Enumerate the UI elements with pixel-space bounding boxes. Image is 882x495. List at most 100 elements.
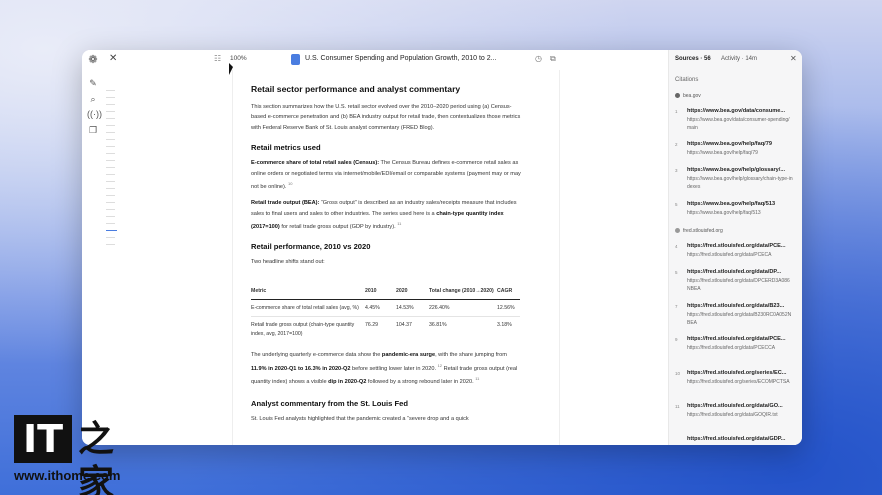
outline-tick[interactable] [106, 237, 115, 238]
citation-title[interactable]: https://fred.stlouisfed.org/data/DP... [687, 269, 781, 275]
intro-paragraph: This section summarizes how the U.S. ret… [251, 104, 521, 131]
history-icon[interactable]: ◷ [535, 54, 542, 63]
table-cell: 226.40% [429, 299, 497, 318]
outline-tick-active[interactable] [106, 230, 117, 231]
citation-title[interactable]: https://fred.stlouisfed.org/series/EC... [687, 370, 786, 376]
quarterly-bold-1: pandemic-era surge [381, 352, 436, 359]
performance-table: Metric 2010 2020 Total change (2010→2020… [251, 283, 520, 343]
citation-number: 3 [675, 168, 678, 173]
citation-title[interactable]: https://fred.stlouisfed.org/data/PCE... [687, 243, 786, 249]
citation-number: 11 [675, 404, 680, 409]
citation-url: https://fred.stlouisfed.org/data/DPCERD3… [687, 278, 790, 292]
mouse-cursor-icon [229, 63, 233, 75]
outline-tick[interactable] [106, 216, 115, 217]
quarterly-bold-3: dip in 2020-Q2 [328, 378, 367, 385]
table-header: Total change (2010→2020) [429, 283, 497, 300]
close-panel-icon[interactable]: ✕ [790, 54, 797, 63]
analyst-heading: Analyst commentary from the St. Louis Fe… [251, 399, 408, 409]
outline-tick[interactable] [106, 195, 115, 196]
table-header: Metric [251, 283, 365, 300]
outline-tick[interactable] [106, 90, 115, 91]
citation-title[interactable]: https://fred.stlouisfed.org/data/PCE... [687, 336, 786, 342]
metric-2-label: Retail trade output (BEA): [251, 200, 320, 207]
metric-paragraph-2: Retail trade output (BEA): “Gross output… [251, 198, 521, 232]
table-cell: 3.18% [497, 322, 512, 329]
citation-url: https://fred.stlouisfed.org/data/B230RC0… [687, 312, 792, 326]
outline-tick[interactable] [106, 153, 115, 154]
citation-url: https://www.bea.gov/help/glossary/chain-… [687, 176, 793, 190]
quarterly-paragraph: The underlying quarterly e-commerce data… [251, 350, 521, 387]
citation-url: https://fred.stlouisfed.org/series/ECOMP… [687, 379, 790, 385]
table-cell: 76.29 [365, 322, 378, 329]
citation-url: https://www.bea.gov/help/faq/79 [687, 150, 758, 156]
citation-ref[interactable]: 11 [397, 221, 401, 226]
document-page: Retail sector performance and analyst co… [232, 70, 560, 445]
watermark-zh: 之家 [78, 418, 115, 495]
watermark-url: www.ithome.com [14, 468, 121, 483]
outline-tick[interactable] [106, 188, 115, 189]
table-cell: 104.37 [396, 322, 412, 329]
metric-1-label: E-commerce share of total retail sales (… [251, 160, 380, 167]
left-rail: ❁ ✎ ⌕ ((·)) ❐ [82, 50, 104, 445]
citation-title[interactable]: https://www.bea.gov/help/faq/79 [687, 141, 772, 147]
outline-tick[interactable] [106, 146, 115, 147]
citation-ref[interactable]: 11 [475, 376, 479, 381]
metric-paragraph-1: E-commerce share of total retail sales (… [251, 158, 521, 192]
quarterly-text-a: The underlying quarterly e-commerce data… [251, 352, 382, 359]
library-icon[interactable]: ❐ [87, 124, 99, 136]
search-icon[interactable]: ⌕ [87, 93, 99, 105]
bea-favicon-icon [675, 93, 680, 99]
toc-icon[interactable]: ☷ [214, 54, 221, 63]
document-title[interactable]: U.S. Consumer Spending and Population Gr… [305, 55, 496, 62]
copy-icon[interactable]: ⧉ [550, 54, 556, 64]
metrics-heading: Retail metrics used [251, 143, 321, 153]
quarterly-bold-2: 11.9% in 2020-Q1 to 16.3% in 2020-Q2 [251, 365, 351, 372]
document-icon [291, 54, 300, 65]
outline-tick[interactable] [106, 132, 115, 133]
close-icon[interactable]: ✕ [109, 53, 117, 64]
sources-panel: Sources · 56 Activity · 14m ✕ Citations … [668, 50, 802, 445]
broadcast-icon[interactable]: ((·)) [87, 108, 102, 120]
outline-tick[interactable] [106, 223, 115, 224]
citation-url: https://fred.stlouisfed.org/data/PCECCA [687, 345, 776, 351]
outline-tick[interactable] [106, 181, 115, 182]
citation-url: https://fred.stlouisfed.org/data/GOQIR.t… [687, 412, 778, 418]
outline-tick[interactable] [106, 174, 115, 175]
outline-tick[interactable] [106, 111, 115, 112]
tab-activity[interactable]: Activity · 14m [721, 56, 757, 62]
citation-title[interactable]: https://fred.stlouisfed.org/data/GO... [687, 403, 783, 409]
citation-url: https://fred.stlouisfed.org/data/PCECA [687, 252, 772, 258]
outline-tick[interactable] [106, 139, 115, 140]
citation-title[interactable]: https://www.bea.gov/help/faq/513 [687, 201, 775, 207]
new-chat-icon[interactable]: ✎ [87, 77, 99, 89]
table-cell: E-commerce share of total retail sales (… [251, 299, 365, 318]
citation-title[interactable]: https://fred.stlouisfed.org/data/B23... [687, 303, 784, 309]
performance-heading: Retail performance, 2010 vs 2020 [251, 242, 371, 252]
outline-tick[interactable] [106, 125, 115, 126]
citation-title[interactable]: https://www.bea.gov/help/glossary/... [687, 167, 785, 173]
zoom-level[interactable]: 100% [230, 55, 247, 62]
outline-tick[interactable] [106, 167, 115, 168]
outline-tick[interactable] [106, 160, 115, 161]
citation-title[interactable]: https://www.bea.gov/data/consume... [687, 108, 785, 114]
outline-tick[interactable] [106, 209, 115, 210]
quarterly-text-e: followed by a strong rebound later in 20… [366, 378, 474, 385]
app-logo-icon[interactable]: ❁ [87, 54, 99, 66]
outline-tick[interactable] [106, 104, 115, 105]
citation-url: https://www.bea.gov/data/consumer-spendi… [687, 117, 790, 131]
quarterly-text-c: before settling lower later in 2020. [350, 365, 437, 372]
source-group-bea: bea.gov [675, 93, 701, 99]
outline-tick[interactable] [106, 118, 115, 119]
outline-tick[interactable] [106, 244, 115, 245]
citation-number: 9 [675, 337, 678, 342]
outline-tick[interactable] [106, 202, 115, 203]
citations-heading: Citations [675, 77, 699, 83]
citation-number: 5 [675, 202, 678, 207]
citation-title[interactable]: https://fred.stlouisfed.org/data/GDP... [687, 436, 785, 442]
document-body: Retail sector performance and analyst co… [251, 84, 521, 431]
tab-sources[interactable]: Sources · 56 [675, 56, 711, 62]
citation-ref[interactable]: 10 [288, 181, 292, 186]
metric-2-text-b: for retail trade gross output (GDP by in… [279, 223, 396, 230]
panel-tabs: Sources · 56 Activity · 14m ✕ [669, 50, 802, 70]
outline-tick[interactable] [106, 97, 115, 98]
